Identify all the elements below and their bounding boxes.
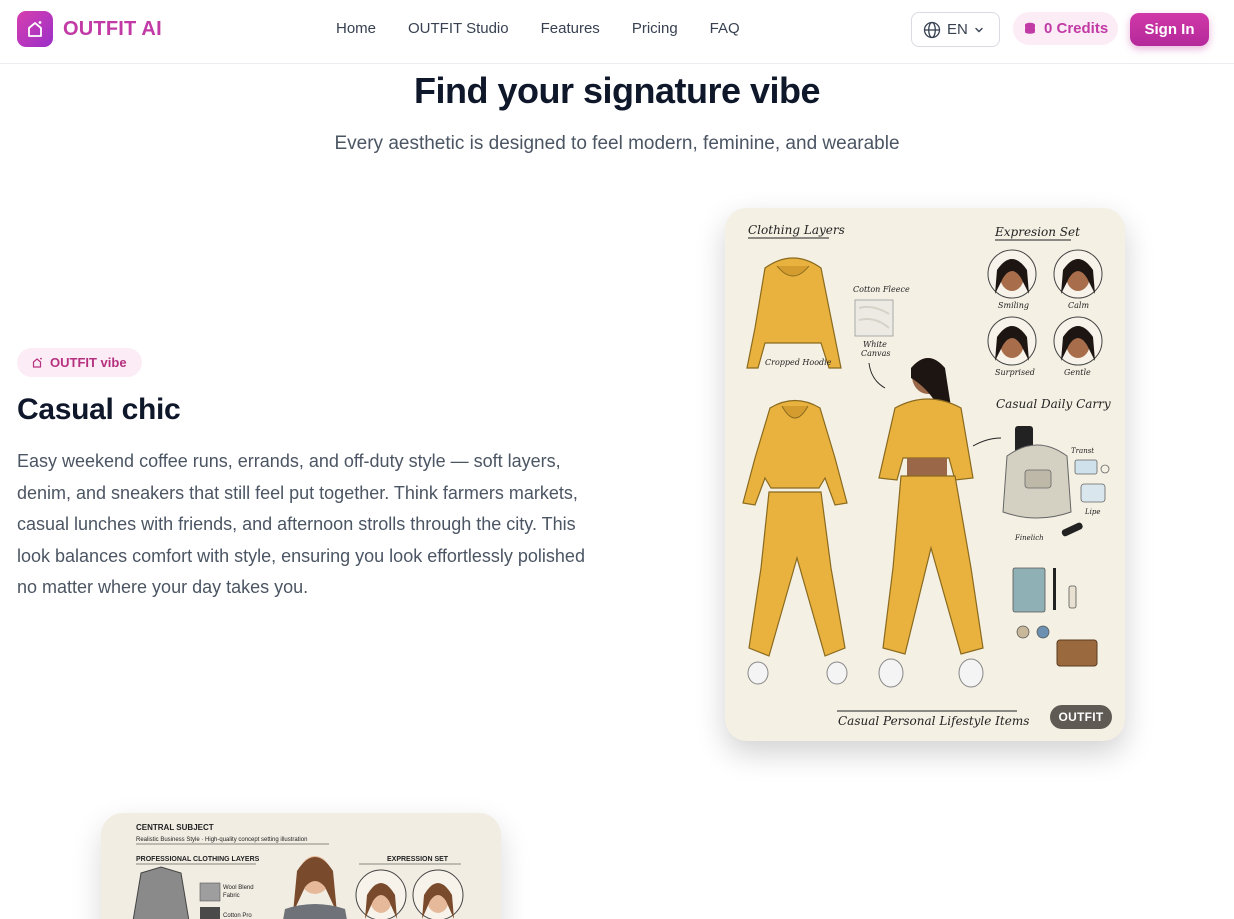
- clothing-layers-label: PROFESSIONAL CLOTHING LAYERS: [136, 856, 260, 863]
- lipe-label: Lipe: [1084, 508, 1101, 516]
- expression-calm: Calm: [1068, 301, 1089, 310]
- business-style-illustration: CENTRAL SUBJECT Realistic Business Style…: [101, 813, 501, 919]
- credits-label: 0 Credits: [1044, 20, 1109, 37]
- sign-in-button[interactable]: Sign In: [1130, 13, 1209, 46]
- nav-faq[interactable]: FAQ: [710, 20, 740, 37]
- finelich-label: Finelich: [1014, 534, 1044, 542]
- casual-chic-illustration: Clothing Layers Expresion Set Cropped Ho…: [725, 208, 1125, 741]
- expression-gentle: Gentle: [1064, 368, 1091, 377]
- cotton-pro-label: Cotton Pro: [223, 913, 252, 919]
- fabric-label: Fabric: [223, 893, 240, 899]
- brand-name: OUTFIT AI: [63, 17, 162, 40]
- brand-logo[interactable]: OUTFIT AI: [17, 11, 162, 47]
- clothing-layers-heading: Clothing Layers: [748, 223, 845, 237]
- chevron-down-icon: [975, 27, 983, 32]
- top-navbar: OUTFIT AI Home OUTFIT Studio Features Pr…: [0, 0, 1234, 64]
- main-nav: Home OUTFIT Studio Features Pricing FAQ: [336, 20, 740, 37]
- expression-set-heading: Expresion Set: [994, 225, 1080, 239]
- credits-badge[interactable]: 0 Credits: [1013, 12, 1118, 45]
- language-label: EN: [947, 21, 968, 38]
- outfit-tag: OUTFIT: [1050, 705, 1112, 729]
- expression-surprised: Surprised: [995, 368, 1035, 377]
- language-selector[interactable]: EN: [911, 12, 1000, 47]
- vibe-badge-label: OUTFIT vibe: [50, 355, 127, 370]
- central-subject-sub: Realistic Business Style · High-quality …: [136, 837, 307, 843]
- nav-pricing[interactable]: Pricing: [632, 20, 678, 37]
- home-sparkle-icon: [32, 357, 42, 368]
- daily-carry-heading: Casual Daily Carry: [996, 397, 1111, 411]
- globe-icon: [923, 21, 941, 38]
- nav-outfit-studio[interactable]: OUTFIT Studio: [408, 20, 509, 37]
- canvas-label: Canvas: [861, 349, 890, 358]
- white-label: White: [863, 340, 887, 349]
- card-footer-heading: Casual Personal Lifestyle Items: [838, 714, 1029, 728]
- vibe-badge: OUTFIT vibe: [17, 348, 142, 377]
- transit-label: Transt: [1071, 447, 1094, 455]
- vibe-description: Easy weekend coffee runs, errands, and o…: [17, 451, 585, 597]
- page-title: Find your signature vibe: [413, 70, 821, 111]
- page-subtitle: Every aesthetic is designed to feel mode…: [334, 133, 900, 154]
- wool-blend-label: Wool Blend: [223, 885, 254, 891]
- central-subject-label: CENTRAL SUBJECT: [136, 823, 214, 832]
- nav-features[interactable]: Features: [541, 20, 600, 37]
- expression-set-label: EXPRESSION SET: [387, 856, 449, 863]
- cotton-fleece-label: Cotton Fleece: [853, 285, 910, 294]
- coins-icon: [1025, 22, 1035, 34]
- logo-icon: [17, 11, 53, 47]
- cropped-hoodie-label: Cropped Hoodie: [765, 358, 832, 367]
- expression-smiling: Smiling: [998, 301, 1029, 310]
- nav-home[interactable]: Home: [336, 20, 376, 37]
- vibe-title: Casual chic: [17, 393, 181, 426]
